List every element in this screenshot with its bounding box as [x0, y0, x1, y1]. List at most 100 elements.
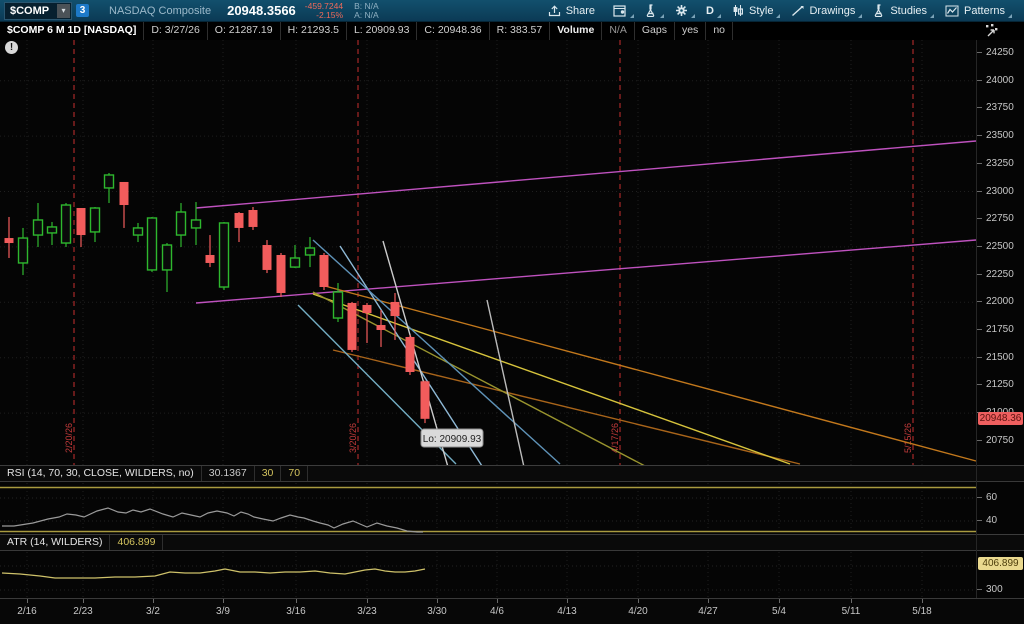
- calendar-icon: [613, 4, 627, 17]
- candle-down: [377, 325, 386, 330]
- info-icon[interactable]: !: [5, 41, 18, 54]
- candle-down: [77, 208, 86, 235]
- x-axis-tick: [708, 599, 709, 603]
- candle-up: [19, 238, 28, 263]
- gaps-no-toggle[interactable]: no: [706, 22, 733, 40]
- header-date: D: 3/27/26: [144, 22, 207, 40]
- studies-flask-icon: [873, 4, 885, 17]
- candle-up: [291, 258, 300, 267]
- trendline: [487, 300, 524, 465]
- event-date-label: 3/20/26: [348, 423, 358, 453]
- candle-down: [363, 305, 372, 313]
- share-button[interactable]: Share: [539, 0, 604, 21]
- header-high: H: 21293.5: [281, 22, 347, 40]
- trendline: [313, 294, 790, 464]
- atr-pane-canvas[interactable]: [0, 552, 1024, 598]
- y-axis-label: 21500: [986, 352, 1014, 363]
- header-close: C: 20948.36: [417, 22, 489, 40]
- studies-label: Studies: [890, 5, 927, 17]
- x-axis-tick: [851, 599, 852, 603]
- price-axis[interactable]: 2425024000237502350023250230002275022500…: [976, 40, 1024, 598]
- studies-button[interactable]: Studies: [864, 0, 936, 21]
- volume-label: Volume: [550, 22, 602, 40]
- candle-up: [192, 220, 201, 228]
- gaps-label: Gaps: [635, 22, 675, 40]
- atr-value-badge: 406.899: [978, 557, 1023, 570]
- x-axis-tick: [638, 599, 639, 603]
- candle-up: [134, 228, 143, 235]
- patterns-icon: [945, 5, 959, 17]
- share-label: Share: [566, 5, 595, 17]
- timeframe-button[interactable]: D: [697, 0, 723, 21]
- candle-down: [5, 238, 14, 243]
- x-axis-tick: [367, 599, 368, 603]
- drawings-button[interactable]: Drawings: [782, 0, 864, 21]
- x-axis-tick: [296, 599, 297, 603]
- x-axis-label: 2/16: [5, 606, 49, 617]
- candle-down: [249, 210, 258, 227]
- calendar-events-button[interactable]: [604, 0, 636, 21]
- rsi-axis-label: 40: [986, 515, 997, 526]
- y-axis-label: 21250: [986, 379, 1014, 390]
- y-axis-label: 21750: [986, 324, 1014, 335]
- y-axis-label: 23500: [986, 130, 1014, 141]
- gaps-yes-toggle[interactable]: yes: [675, 22, 706, 40]
- x-axis-label: 4/6: [475, 606, 519, 617]
- symbol-value[interactable]: $COMP: [5, 5, 57, 17]
- y-axis-label: 23000: [986, 186, 1014, 197]
- candle-down: [348, 303, 357, 350]
- symbol-input[interactable]: $COMP ▾: [4, 2, 72, 20]
- analysis-tools-button[interactable]: [636, 0, 666, 21]
- share-icon: [548, 5, 561, 17]
- symbol-dropdown-arrow-icon[interactable]: ▾: [57, 4, 70, 18]
- chart-settings-button[interactable]: [666, 0, 697, 21]
- chart-grabber-icon[interactable]: [984, 23, 1000, 39]
- ask-value: A: N/A: [354, 11, 379, 20]
- header-low: L: 20909.93: [347, 22, 417, 40]
- candle-up: [163, 245, 172, 270]
- x-axis-label: 5/4: [757, 606, 801, 617]
- link-group-badge[interactable]: 3: [76, 4, 89, 17]
- price-change: -459.7244 -2.15%: [305, 2, 343, 20]
- x-axis-label: 3/2: [131, 606, 175, 617]
- patterns-button[interactable]: Patterns: [936, 0, 1014, 21]
- x-axis-label: 3/16: [274, 606, 318, 617]
- last-price-badge: 20948.36: [978, 412, 1023, 425]
- change-percent: -2.15%: [305, 11, 343, 20]
- volume-value: N/A: [602, 22, 635, 40]
- x-axis-label: 4/20: [616, 606, 660, 617]
- rsi-pane-canvas[interactable]: [0, 483, 1024, 534]
- candle-down: [263, 245, 272, 270]
- candle-up: [34, 220, 43, 235]
- y-axis-label: 23250: [986, 158, 1014, 169]
- candle-down: [206, 255, 215, 263]
- style-label: Style: [749, 5, 773, 17]
- candle-down: [391, 302, 400, 316]
- candle-style-icon: [732, 4, 744, 17]
- main-price-chart-canvas[interactable]: 2/20/263/20/264/17/265/15/26Lo: 20909.93: [0, 40, 1024, 465]
- x-axis-tick: [223, 599, 224, 603]
- candle-down: [406, 337, 415, 372]
- candle-up: [148, 218, 157, 270]
- atr-study-header: ATR (14, WILDERS) 406.899: [0, 534, 1024, 551]
- pencil-line-icon: [791, 5, 804, 17]
- thinkorswim-chart-window: $COMP ▾ 3 NASDAQ Composite 20948.3566 -4…: [0, 0, 1024, 624]
- chart-title: $COMP 6 M 1D [NASDAQ]: [0, 22, 144, 40]
- candle-down: [421, 381, 430, 419]
- x-axis-label: 3/30: [415, 606, 459, 617]
- rsi-value: 30.1367: [202, 466, 255, 481]
- rsi-label[interactable]: RSI (14, 70, 30, CLOSE, WILDERS, no): [0, 466, 202, 481]
- event-date-label: 5/15/26: [903, 423, 913, 453]
- svg-text:Lo: 20909.93: Lo: 20909.93: [423, 434, 482, 445]
- candle-up: [334, 292, 343, 318]
- candle-down: [120, 182, 129, 205]
- atr-label[interactable]: ATR (14, WILDERS): [0, 535, 110, 550]
- candle-down: [235, 213, 244, 228]
- y-axis-label: 23750: [986, 102, 1014, 113]
- gear-icon: [675, 4, 688, 17]
- style-button[interactable]: Style: [723, 0, 782, 21]
- candle-up: [220, 223, 229, 287]
- y-axis-label: 20750: [986, 435, 1014, 446]
- chart-header: $COMP 6 M 1D [NASDAQ] D: 3/27/26 O: 2128…: [0, 22, 1024, 40]
- time-axis[interactable]: 2/162/233/23/93/163/233/304/64/134/204/2…: [0, 598, 1024, 624]
